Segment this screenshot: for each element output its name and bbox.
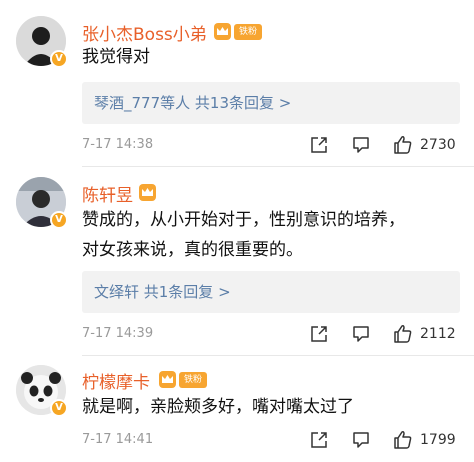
comment-username[interactable]: 陈轩昱 bbox=[82, 181, 133, 206]
like-count: 1799 bbox=[420, 432, 456, 448]
share-icon[interactable] bbox=[309, 135, 329, 155]
comment-icon[interactable] bbox=[351, 135, 371, 155]
comment-text-line: 赞成的，从小开始对于，性别意识的培养， bbox=[82, 210, 405, 230]
reply-summary-box[interactable]: 文绎轩 共1条回复 > bbox=[82, 271, 460, 313]
comment-icon[interactable] bbox=[351, 324, 371, 344]
like-icon[interactable] bbox=[392, 429, 414, 451]
like-icon[interactable] bbox=[392, 134, 414, 156]
like-count: 2112 bbox=[420, 326, 456, 342]
comment-item: V 张小杰Boss小弟 铁粉 我觉得对 琴酒_777等人 共13条回复 > 7-… bbox=[0, 0, 474, 165]
comment-text-line: 就是啊，亲脸颊多好，嘴对嘴太过了 bbox=[82, 397, 354, 417]
comment-text-line: 对女孩来说，真的很重要的。 bbox=[82, 240, 303, 260]
crown-badge-icon bbox=[139, 184, 156, 201]
comment-text-line: 我觉得对 bbox=[82, 47, 150, 67]
crown-badge-icon bbox=[159, 371, 176, 388]
crown-badge-icon bbox=[214, 23, 231, 40]
verified-badge-icon: V bbox=[50, 211, 68, 229]
comment-item: V 陈轩昱 赞成的，从小开始对于，性别意识的培养， 对女孩来说，真的很重要的。 … bbox=[0, 167, 474, 355]
comment-time: 7-17 14:41 bbox=[82, 432, 154, 447]
fan-badge: 铁粉 bbox=[234, 24, 262, 40]
reply-summary-box[interactable]: 琴酒_777等人 共13条回复 > bbox=[82, 82, 460, 124]
share-icon[interactable] bbox=[309, 430, 329, 450]
reply-summary-link[interactable]: 文绎轩 共1条回复 > bbox=[94, 271, 231, 313]
comment-username[interactable]: 柠檬摩卡 bbox=[82, 368, 150, 393]
fan-badge: 铁粉 bbox=[179, 372, 207, 388]
verified-badge-icon: V bbox=[50, 50, 68, 68]
like-count: 2730 bbox=[420, 137, 456, 153]
verified-badge-icon: V bbox=[50, 399, 68, 417]
share-icon[interactable] bbox=[309, 324, 329, 344]
like-icon[interactable] bbox=[392, 323, 414, 345]
comment-item: V 柠檬摩卡 铁粉 就是啊，亲脸颊多好，嘴对嘴太过了 7-17 14:41 17… bbox=[0, 356, 474, 462]
comment-time: 7-17 14:39 bbox=[82, 326, 154, 341]
comment-icon[interactable] bbox=[351, 430, 371, 450]
comment-time: 7-17 14:38 bbox=[82, 137, 154, 152]
reply-summary-link[interactable]: 琴酒_777等人 共13条回复 > bbox=[94, 82, 291, 124]
